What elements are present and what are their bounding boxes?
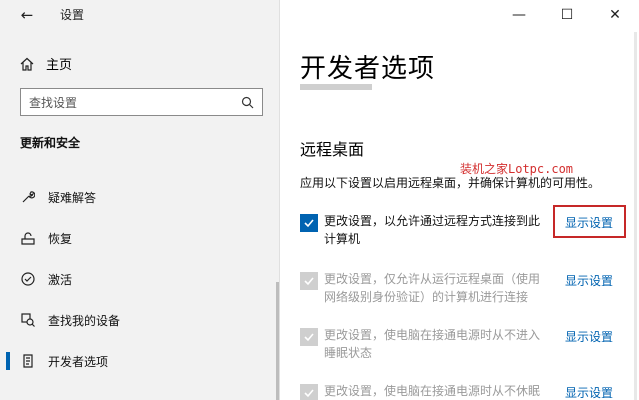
checkmark-icon [304, 389, 314, 398]
search-input[interactable]: 查找设置 [29, 94, 241, 111]
title-underline [300, 84, 372, 90]
home-label: 主页 [46, 58, 73, 73]
sidebar-item-label: 查找我的设备 [48, 313, 121, 328]
close-button[interactable]: ✕ [591, 0, 639, 30]
sidebar-item-label: 激活 [48, 272, 73, 287]
sidebar-item-label: 恢复 [48, 231, 73, 246]
developer-icon [20, 353, 36, 369]
description: 应用以下设置以启用远程桌面，并确保计算机的可用性。 [300, 176, 601, 190]
minimize-button[interactable]: — [495, 0, 543, 30]
checkmark-icon [304, 333, 314, 342]
show-settings-link[interactable]: 显示设置 [565, 384, 613, 400]
checkbox-no-hibernate [300, 384, 318, 400]
window-controls: — ☐ ✕ [495, 0, 639, 30]
sidebar-item-activation[interactable]: 激活 [0, 261, 276, 297]
section-title: 更新和安全 [20, 136, 81, 150]
option-text: 更改设置，使电脑在接通电源时从不进入睡眠状态 [324, 328, 541, 360]
wrench-icon [20, 189, 36, 205]
group-title: 远程桌面 [300, 140, 365, 159]
option-text: 更改设置，以允许通过远程方式连接到此计算机 [324, 214, 541, 246]
show-settings-link[interactable]: 显示设置 [565, 272, 613, 289]
page-title: 开发者选项 [300, 54, 436, 84]
recovery-icon [20, 230, 36, 246]
search-icon [241, 96, 254, 108]
checkbox-allow-remote[interactable] [300, 214, 318, 232]
checkbox-nla-only [300, 272, 318, 290]
close-icon: ✕ [609, 7, 621, 23]
sidebar-item-recovery[interactable]: 恢复 [0, 220, 276, 256]
sidebar-item-developer-options[interactable]: 开发者选项 [0, 343, 276, 379]
app-title: 设置 [60, 8, 85, 22]
sidebar-item-label: 疑难解答 [48, 190, 97, 205]
highlight-annotation [553, 205, 626, 238]
sidebar-item-troubleshoot[interactable]: 疑难解答 [0, 179, 276, 215]
search-box[interactable]: 查找设置 [20, 88, 263, 116]
show-settings-link[interactable]: 显示设置 [565, 328, 613, 345]
option-text: 更改设置，使电脑在接通电源时从不休眠 [324, 384, 541, 398]
check-circle-icon [20, 271, 36, 287]
maximize-icon: ☐ [560, 7, 574, 23]
maximize-button[interactable]: ☐ [543, 0, 591, 30]
main-scrollbar[interactable] [634, 32, 637, 400]
back-button[interactable]: ← [14, 4, 40, 26]
sidebar-item-find-device[interactable]: 查找我的设备 [0, 302, 276, 338]
sidebar: ← 设置 主页 查找设置 更新和安全 疑难解答 恢复 激活 查找我的设备 开发者… [0, 0, 280, 400]
checkmark-icon [304, 219, 314, 228]
home-icon [20, 57, 34, 71]
minimize-icon: — [512, 7, 526, 23]
option-text: 更改设置，仅允许从运行远程桌面（使用网络级别身份验证）的计算机进行连接 [324, 272, 541, 304]
back-arrow-icon: ← [20, 6, 34, 24]
sidebar-item-label: 开发者选项 [48, 354, 109, 369]
checkbox-no-sleep [300, 328, 318, 346]
checkmark-icon [304, 277, 314, 286]
sidebar-item-home[interactable]: 主页 [20, 54, 72, 73]
main-pane: — ☐ ✕ 开发者选项 远程桌面 装机之家Lotpc.com 应用以下设置以启用… [280, 0, 639, 400]
find-device-icon [20, 312, 36, 328]
